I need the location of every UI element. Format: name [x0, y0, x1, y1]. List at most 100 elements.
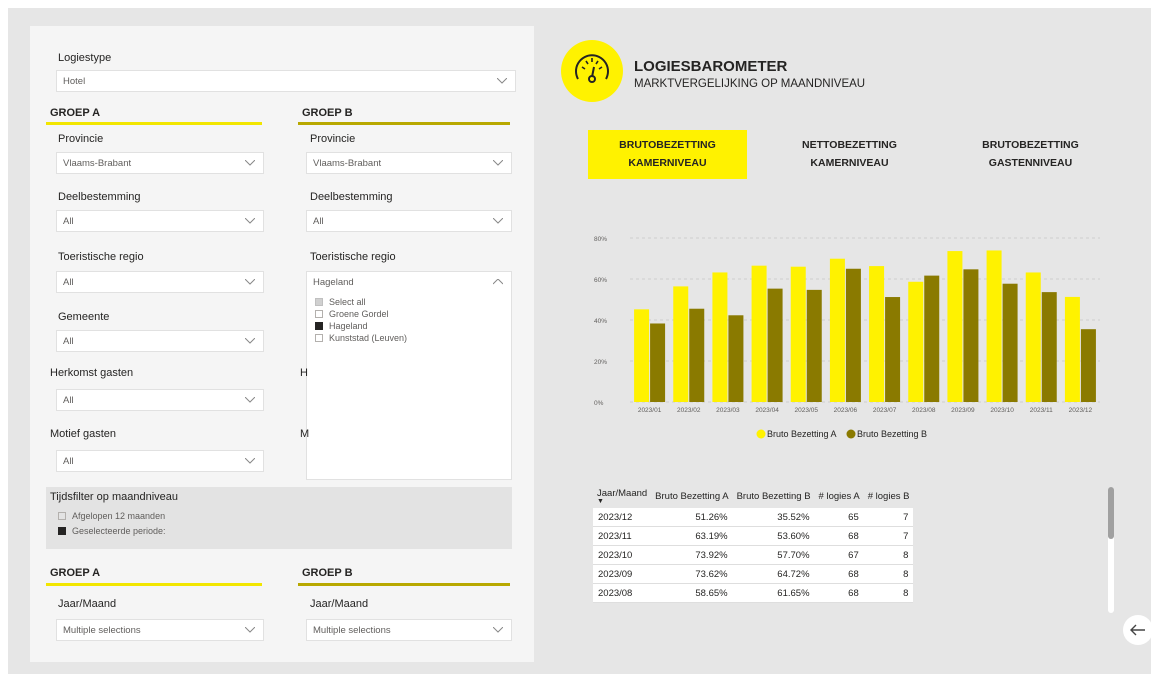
checkbox-checked[interactable] [58, 527, 66, 535]
provincie-a-dropdown[interactable]: Vlaams-Brabant [56, 152, 264, 174]
column-header[interactable]: # logies A [814, 484, 864, 508]
table-cell: 7 [863, 526, 914, 546]
option-geselecteerde-periode[interactable]: Geselecteerde periode: [58, 526, 166, 536]
motief-dropdown[interactable]: All [56, 450, 264, 472]
tab-line2: GASTENNIVEAU [988, 157, 1073, 169]
bar-series-a [829, 258, 845, 402]
table-row[interactable]: 2023/08 58.65% 61.65% 68 8 [593, 583, 914, 603]
bar-chart: 0% 20% 40% 60% 80% 2023/01 2023/02 2023/03 2023/… [594, 236, 1100, 439]
bar-series-b [924, 275, 940, 402]
regio-b-dropdown[interactable]: Hageland [306, 271, 512, 293]
table-cell: 35.52% [732, 508, 815, 527]
table-cell: 53.60% [732, 526, 815, 546]
bar-series-a [1025, 272, 1041, 402]
bar-series-b [845, 268, 861, 402]
tab-line2: KAMERNIVEAU [810, 157, 889, 169]
logiestype-dropdown[interactable]: Hotel [56, 70, 516, 92]
option-hageland[interactable]: Hageland [315, 321, 368, 331]
table-cell: 68 [814, 526, 864, 546]
jaarmaand-b-label: Jaar/Maand [310, 598, 369, 610]
chevron-up-icon [493, 279, 503, 285]
option-label: Groene Gordel [329, 309, 389, 319]
back-button[interactable] [1123, 615, 1151, 645]
column-header[interactable]: Bruto Bezetting B [732, 484, 815, 508]
checkbox-unchecked[interactable] [315, 310, 323, 318]
regio-a-dropdown[interactable]: All [56, 271, 264, 293]
jaarmaand-a-dropdown[interactable]: Multiple selections [56, 619, 264, 641]
table-cell: 7 [863, 508, 914, 527]
provincie-a-value: Vlaams-Brabant [63, 158, 132, 169]
legend-marker-a [756, 429, 766, 439]
regio-a-value: All [63, 277, 74, 288]
tab-line1: NETTOBEZETTING [802, 139, 897, 151]
bar-series-b [689, 308, 705, 402]
table-row[interactable]: 2023/09 73.62% 64.72% 68 8 [593, 564, 914, 584]
table-cell: 51.26% [651, 508, 733, 527]
chevron-down-icon [245, 338, 255, 344]
provincie-b-dropdown[interactable]: Vlaams-Brabant [306, 152, 512, 174]
table-cell: 73.62% [651, 564, 733, 584]
option-groene-gordel[interactable]: Groene Gordel [315, 309, 389, 319]
option-label: Afgelopen 12 maanden [72, 511, 166, 521]
tab-brutobezetting-kamerniveau[interactable]: BRUTOBEZETTING KAMERNIVEAU [588, 130, 747, 179]
jaarmaand-a-value: Multiple selections [63, 625, 141, 636]
bar-series-a [712, 272, 728, 402]
x-tick-label: 2023/12 [1069, 407, 1093, 414]
logiestype-label: Logiestype [58, 52, 112, 64]
table-cell: 8 [863, 564, 914, 584]
bar-series-a [1064, 296, 1080, 402]
column-header[interactable]: Bruto Bezetting A [651, 484, 733, 508]
bar-series-a [869, 266, 885, 402]
tab-nettobezetting-kamerniveau[interactable]: NETTOBEZETTING KAMERNIVEAU [770, 130, 929, 179]
bar-series-a [673, 286, 689, 402]
x-tick-label: 2023/05 [795, 407, 819, 414]
x-tick-label: 2023/09 [951, 407, 975, 414]
chevron-down-icon [493, 218, 503, 224]
table-cell: 61.65% [732, 583, 815, 603]
bar-series-a [908, 281, 924, 402]
option-afgelopen-12[interactable]: Afgelopen 12 maanden [58, 511, 165, 521]
table-scrollbar-thumb[interactable] [1108, 487, 1114, 539]
checkbox-unchecked[interactable] [58, 512, 66, 520]
option-kunststad[interactable]: Kunststad (Leuven) [315, 333, 407, 343]
table-cell: 8 [863, 545, 914, 565]
deelbestemming-a-dropdown[interactable]: All [56, 210, 264, 232]
deelbestemming-b-value: All [313, 216, 324, 227]
table-cell: 8 [863, 583, 914, 603]
option-label: Hageland [329, 321, 368, 331]
herkomst-value: All [63, 395, 74, 406]
herkomst-dropdown[interactable]: All [56, 389, 264, 411]
table-row[interactable]: 2023/10 73.92% 57.70% 67 8 [593, 545, 914, 565]
bar-series-b [728, 315, 744, 402]
option-label: Select all [329, 297, 366, 307]
tab-line1: BRUTOBEZETTING [619, 139, 716, 151]
periode-groep-b-title: GROEP B [302, 567, 353, 579]
column-header-jaarmaand[interactable]: Jaar/Maand ▼ [593, 484, 652, 508]
chevron-down-icon [245, 397, 255, 403]
option-select-all[interactable]: Select all [315, 297, 366, 307]
bar-series-b [963, 269, 979, 402]
deelbestemming-a-value: All [63, 216, 74, 227]
tab-brutobezetting-gastenniveau[interactable]: BRUTOBEZETTING GASTENNIVEAU [951, 130, 1110, 179]
periode-groep-b-underline [298, 583, 510, 586]
table-row[interactable]: 2023/12 51.26% 35.52% 65 7 [593, 508, 914, 527]
gemeente-a-value: All [63, 336, 74, 347]
back-arrow-icon [1130, 624, 1145, 636]
checkbox-checked[interactable] [315, 322, 323, 330]
table-cell: 2023/08 [593, 583, 652, 603]
deelbestemming-b-dropdown[interactable]: All [306, 210, 512, 232]
jaarmaand-b-dropdown[interactable]: Multiple selections [306, 619, 512, 641]
checkbox-unchecked[interactable] [315, 334, 323, 342]
bar-series-b [650, 323, 666, 402]
column-header[interactable]: # logies B [863, 484, 914, 508]
table-row[interactable]: 2023/11 63.19% 53.60% 68 7 [593, 526, 914, 546]
regio-b-label: Toeristische regio [310, 251, 396, 263]
checkbox-partial[interactable] [315, 298, 323, 306]
gemeente-a-dropdown[interactable]: All [56, 330, 264, 352]
table-cell: 58.65% [651, 583, 733, 603]
table-cell: 67 [814, 545, 864, 565]
table-header-row: Jaar/Maand ▼ Bruto Bezetting A Bruto Beze… [593, 484, 914, 508]
bar-series-a [751, 265, 767, 402]
x-tick-label: 2023/08 [912, 407, 936, 414]
data-table: Jaar/Maand ▼ Bruto Bezetting A Bruto Beze… [593, 484, 914, 603]
